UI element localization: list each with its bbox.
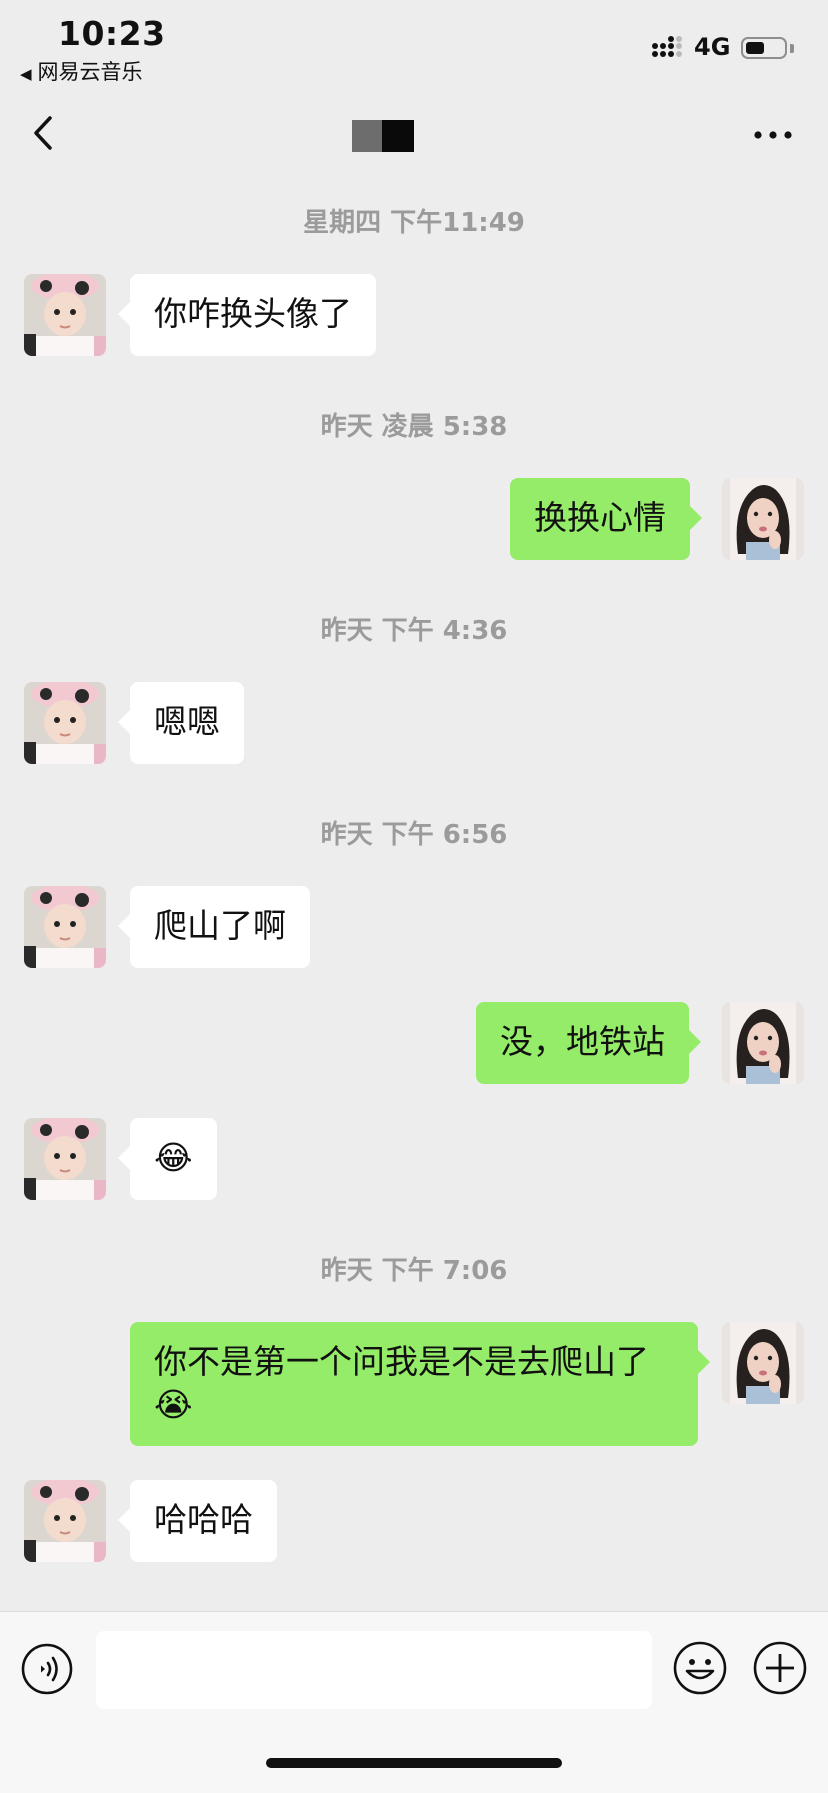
- incoming-message[interactable]: 爬山了啊: [118, 886, 310, 968]
- plus-icon[interactable]: [753, 1641, 807, 1695]
- signal-icon: [652, 36, 682, 57]
- time-divider: 昨天 下午 7:06: [320, 1256, 508, 1286]
- contact-avatar[interactable]: [24, 682, 106, 764]
- back-to-app-link[interactable]: ◀ 网易云音乐: [20, 56, 143, 86]
- time-divider: 昨天 下午 6:56: [320, 820, 508, 850]
- battery-icon: [741, 37, 787, 59]
- contact-avatar[interactable]: [24, 274, 106, 356]
- time-divider: 星期四 下午11:49: [303, 208, 525, 238]
- redaction-block: [352, 120, 382, 152]
- message-input[interactable]: [96, 1631, 652, 1709]
- network-type: 4G: [694, 33, 731, 61]
- voice-icon[interactable]: [21, 1643, 73, 1695]
- my-avatar[interactable]: [722, 1322, 804, 1404]
- back-app-label: 网易云音乐: [37, 60, 143, 84]
- my-avatar[interactable]: [722, 478, 804, 560]
- status-time: 10:23: [58, 14, 166, 53]
- more-dots-icon[interactable]: [748, 110, 798, 160]
- battery-level: [746, 42, 764, 54]
- incoming-emoji-message[interactable]: 😂: [118, 1118, 217, 1200]
- chat-input-bar: [0, 1611, 828, 1793]
- emoji-icon[interactable]: [673, 1641, 727, 1695]
- battery-cap: [790, 44, 794, 53]
- chevron-left-icon[interactable]: [26, 110, 62, 156]
- contact-avatar[interactable]: [24, 1480, 106, 1562]
- outgoing-message[interactable]: 没，地铁站: [476, 1002, 701, 1084]
- outgoing-message[interactable]: 你不是第一个问我是不是去爬山了😭: [130, 1322, 710, 1446]
- time-divider: 昨天 凌晨 5:38: [320, 412, 508, 442]
- status-bar: 10:23 ◀ 网易云音乐 4G: [0, 0, 828, 90]
- contact-avatar[interactable]: [24, 1118, 106, 1200]
- contact-avatar[interactable]: [24, 886, 106, 968]
- outgoing-message[interactable]: 换换心情: [510, 478, 702, 560]
- redaction-block: [382, 120, 414, 152]
- incoming-message[interactable]: 嗯嗯: [118, 682, 244, 764]
- incoming-message[interactable]: 哈哈哈: [118, 1480, 277, 1562]
- my-avatar[interactable]: [722, 1002, 804, 1084]
- contact-name-redacted: [352, 120, 414, 152]
- back-triangle-icon: ◀: [20, 65, 32, 83]
- incoming-message[interactable]: 你咋换头像了: [118, 274, 376, 356]
- time-divider: 昨天 下午 4:36: [320, 616, 508, 646]
- chat-header: [0, 90, 828, 180]
- home-indicator[interactable]: [266, 1758, 562, 1768]
